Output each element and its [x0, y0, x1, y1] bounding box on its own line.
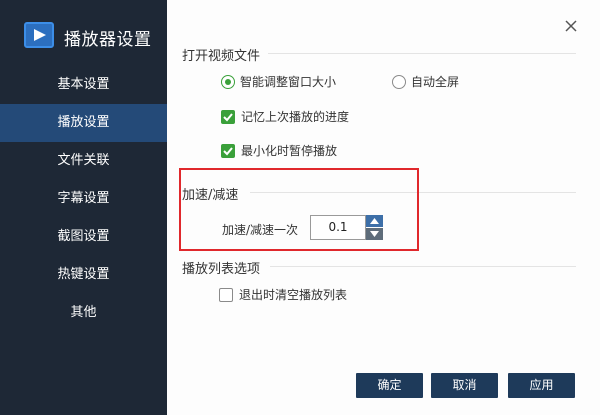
radio-label: 智能调整窗口大小 — [240, 75, 337, 89]
sidebar-nav: 基本设置 播放设置 文件关联 字幕设置 截图设置 热键设置 其他 — [0, 66, 167, 332]
sidebar-item-file-association[interactable]: 文件关联 — [0, 142, 167, 180]
section-title-open-video: 打开视频文件 — [182, 49, 261, 64]
radio-button-selected[interactable] — [221, 74, 235, 89]
checkbox-remember-progress[interactable]: 记忆上次播放的进度 — [221, 108, 349, 125]
radio-label: 自动全屏 — [411, 75, 460, 89]
app-title: 播放器设置 — [64, 30, 152, 50]
close-icon[interactable] — [564, 18, 578, 32]
sidebar-item-other[interactable]: 其他 — [0, 294, 167, 332]
sidebar-item-screenshot[interactable]: 截图设置 — [0, 218, 167, 256]
checkbox-clear-playlist[interactable]: 退出时清空播放列表 — [219, 286, 347, 303]
checkbox-checked[interactable] — [221, 109, 235, 124]
apply-button[interactable]: 应用 — [508, 373, 575, 398]
checkbox-label: 最小化时暂停播放 — [241, 144, 338, 158]
sidebar-item-playback[interactable]: 播放设置 — [0, 104, 167, 142]
sidebar-item-subtitle[interactable]: 字幕设置 — [0, 180, 167, 218]
checkbox-pause-minimized[interactable]: 最小化时暂停播放 — [221, 142, 337, 159]
radio-smart-resize[interactable]: 智能调整窗口大小 — [221, 73, 336, 90]
ok-button[interactable]: 确定 — [356, 373, 423, 398]
settings-dialog: 播放器设置 基本设置 播放设置 文件关联 字幕设置 截图设置 热键设置 其他 打… — [0, 0, 600, 415]
sidebar-item-hotkey[interactable]: 热键设置 — [0, 256, 167, 294]
highlight-annotation-box — [179, 168, 419, 251]
checkbox-label: 退出时清空播放列表 — [239, 288, 348, 302]
radio-auto-fullscreen[interactable]: 自动全屏 — [392, 73, 459, 90]
sidebar: 播放器设置 基本设置 播放设置 文件关联 字幕设置 截图设置 热键设置 其他 — [0, 0, 167, 415]
section-divider — [270, 266, 576, 267]
sidebar-item-basic[interactable]: 基本设置 — [0, 66, 167, 104]
checkbox-checked[interactable] — [221, 143, 235, 158]
section-title-playlist: 播放列表选项 — [182, 262, 261, 277]
radio-button[interactable] — [392, 74, 406, 89]
cancel-button[interactable]: 取消 — [431, 373, 498, 398]
section-divider — [268, 53, 576, 54]
video-player-icon — [24, 22, 54, 48]
checkbox-label: 记忆上次播放的进度 — [241, 110, 350, 124]
checkbox-unchecked[interactable] — [219, 287, 233, 302]
